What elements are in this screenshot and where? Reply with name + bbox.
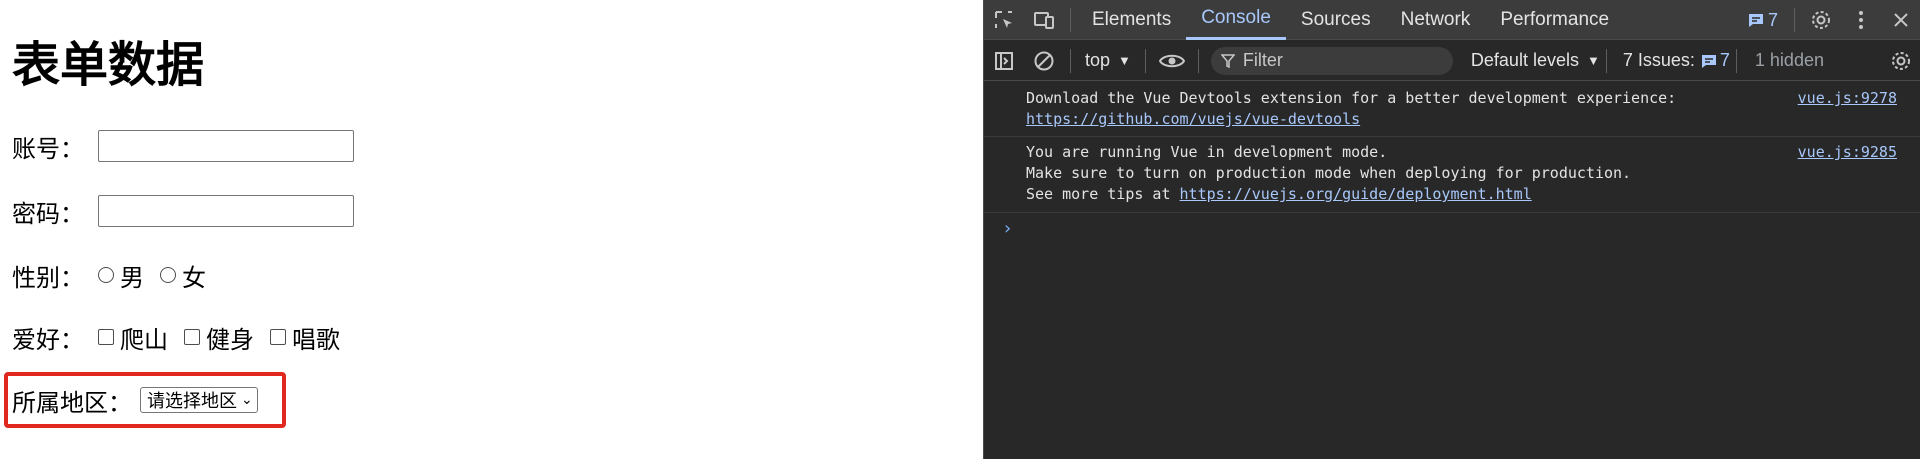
password-label: 密码： — [12, 199, 84, 228]
eye-icon[interactable] — [1152, 41, 1192, 81]
issues-badge[interactable]: 7 — [1738, 10, 1788, 31]
console-message: You are running Vue in development mode.… — [984, 142, 1920, 208]
clear-console-icon[interactable] — [1024, 41, 1064, 81]
gender-female-label: 女 — [182, 263, 206, 292]
hobby-option-singing[interactable]: 唱歌 — [266, 320, 340, 355]
radio-female[interactable] — [160, 267, 176, 283]
region-select-value: 请选择地区 — [147, 391, 237, 412]
dropdown-arrow-icon: ▼ — [1118, 53, 1131, 68]
more-options-icon[interactable] — [1841, 0, 1881, 40]
tab-console[interactable]: Console — [1186, 0, 1286, 40]
tip-prefix: See more tips at — [1026, 185, 1180, 203]
console-message-source[interactable]: vue.js:9278 — [1798, 88, 1897, 109]
inspect-element-icon[interactable] — [984, 0, 1024, 40]
toolbar-separator — [1605, 48, 1607, 73]
context-value: top — [1085, 50, 1111, 70]
account-row: 账号： — [12, 126, 354, 166]
account-input[interactable] — [98, 130, 354, 162]
tab-separator-right — [1794, 8, 1795, 32]
device-toolbar-icon[interactable] — [1024, 0, 1064, 40]
region-select[interactable]: 请选择地区 ⌄ — [140, 387, 258, 413]
message-divider — [984, 212, 1920, 213]
region-label: 所属地区： — [12, 388, 132, 417]
devtools-tab-actions: 7 — [1738, 0, 1920, 40]
gender-option-male[interactable]: 男 — [94, 258, 144, 293]
issues-button[interactable]: 7 Issues: 7 — [1623, 50, 1730, 71]
password-row: 密码： — [12, 191, 354, 231]
console-prompt-icon[interactable]: › — [1002, 218, 1013, 239]
hobby-fitness-label: 健身 — [206, 325, 254, 354]
checkbox-singing[interactable] — [270, 329, 286, 345]
web-page: 表单数据 账号： 密码： 性别： 男 女 爱好： 爬山 健身 唱歌 所属地区： … — [0, 0, 983, 459]
tab-performance[interactable]: Performance — [1485, 0, 1624, 40]
toolbar-separator — [1070, 48, 1071, 73]
hidden-messages-count: 1 hidden — [1754, 50, 1824, 70]
issues-count: 7 — [1719, 50, 1730, 70]
hobby-option-fitness[interactable]: 健身 — [180, 320, 254, 355]
region-row: 所属地区： 请选择地区 ⌄ — [12, 380, 258, 420]
hobby-row: 爱好： 爬山 健身 唱歌 — [12, 317, 352, 357]
gender-label: 性别： — [12, 263, 84, 292]
hobby-label: 爱好： — [12, 325, 84, 354]
close-icon[interactable] — [1881, 0, 1920, 40]
console-settings-gear-icon[interactable] — [1881, 41, 1920, 81]
checkbox-climbing[interactable] — [98, 329, 114, 345]
gender-option-female[interactable]: 女 — [156, 258, 206, 293]
dropdown-arrow-icon: ▼ — [1586, 53, 1600, 68]
toolbar-separator — [1197, 48, 1199, 73]
message-icon — [1748, 14, 1763, 27]
console-output: Download the Vue Devtools extension for … — [984, 82, 1920, 459]
filter-icon — [1220, 53, 1235, 68]
password-input[interactable] — [98, 195, 354, 227]
log-levels-select[interactable]: Default levels ▼ — [1471, 50, 1600, 71]
console-message: Download the Vue Devtools extension for … — [984, 88, 1920, 132]
sidebar-toggle-icon[interactable] — [984, 41, 1024, 81]
issues-label: 7 Issues: — [1622, 50, 1695, 70]
console-message-text: You are running Vue in development mode. — [1026, 143, 1388, 161]
gender-row: 性别： 男 女 — [12, 255, 218, 295]
hobby-option-climbing[interactable]: 爬山 — [94, 320, 168, 355]
console-message-link[interactable]: https://github.com/vuejs/vue-devtools — [1026, 109, 1360, 130]
gear-icon[interactable] — [1801, 0, 1841, 40]
account-label: 账号： — [12, 134, 84, 163]
console-toolbar: top ▼ Filter Default levels ▼ 7 Issues: … — [984, 41, 1920, 81]
chevron-down-icon: ⌄ — [241, 392, 253, 408]
radio-male[interactable] — [98, 267, 114, 283]
filter-placeholder: Filter — [1242, 50, 1283, 70]
log-levels-value: Default levels — [1470, 50, 1579, 70]
toolbar-separator — [1735, 48, 1737, 73]
checkbox-fitness[interactable] — [184, 329, 200, 345]
tab-network[interactable]: Network — [1386, 0, 1486, 40]
message-divider — [984, 136, 1920, 137]
issues-badge-count: 7 — [1767, 9, 1778, 30]
devtools-tab-bar: Elements Console Sources Network Perform… — [984, 0, 1920, 40]
context-select[interactable]: top ▼ — [1077, 50, 1139, 71]
hobby-climbing-label: 爬山 — [120, 325, 168, 354]
tab-elements[interactable]: Elements — [1077, 0, 1186, 40]
message-icon — [1701, 54, 1716, 68]
hobby-singing-label: 唱歌 — [292, 325, 340, 354]
filter-input[interactable]: Filter — [1210, 46, 1453, 75]
console-message-source[interactable]: vue.js:9285 — [1798, 142, 1897, 163]
devtools-panel: Elements Console Sources Network Perform… — [983, 0, 1920, 459]
gender-male-label: 男 — [120, 263, 144, 292]
console-message-text: Download the Vue Devtools extension for … — [1026, 89, 1677, 107]
toolbar-separator — [1144, 48, 1146, 73]
console-message-link[interactable]: https://vuejs.org/guide/deployment.html — [1180, 185, 1532, 203]
console-message-tip: See more tips at https://vuejs.org/guide… — [1026, 184, 1532, 205]
tab-separator — [1070, 7, 1071, 32]
page-title: 表单数据 — [12, 37, 205, 93]
console-message-text: Make sure to turn on production mode whe… — [1026, 164, 1632, 182]
tab-sources[interactable]: Sources — [1286, 0, 1386, 40]
